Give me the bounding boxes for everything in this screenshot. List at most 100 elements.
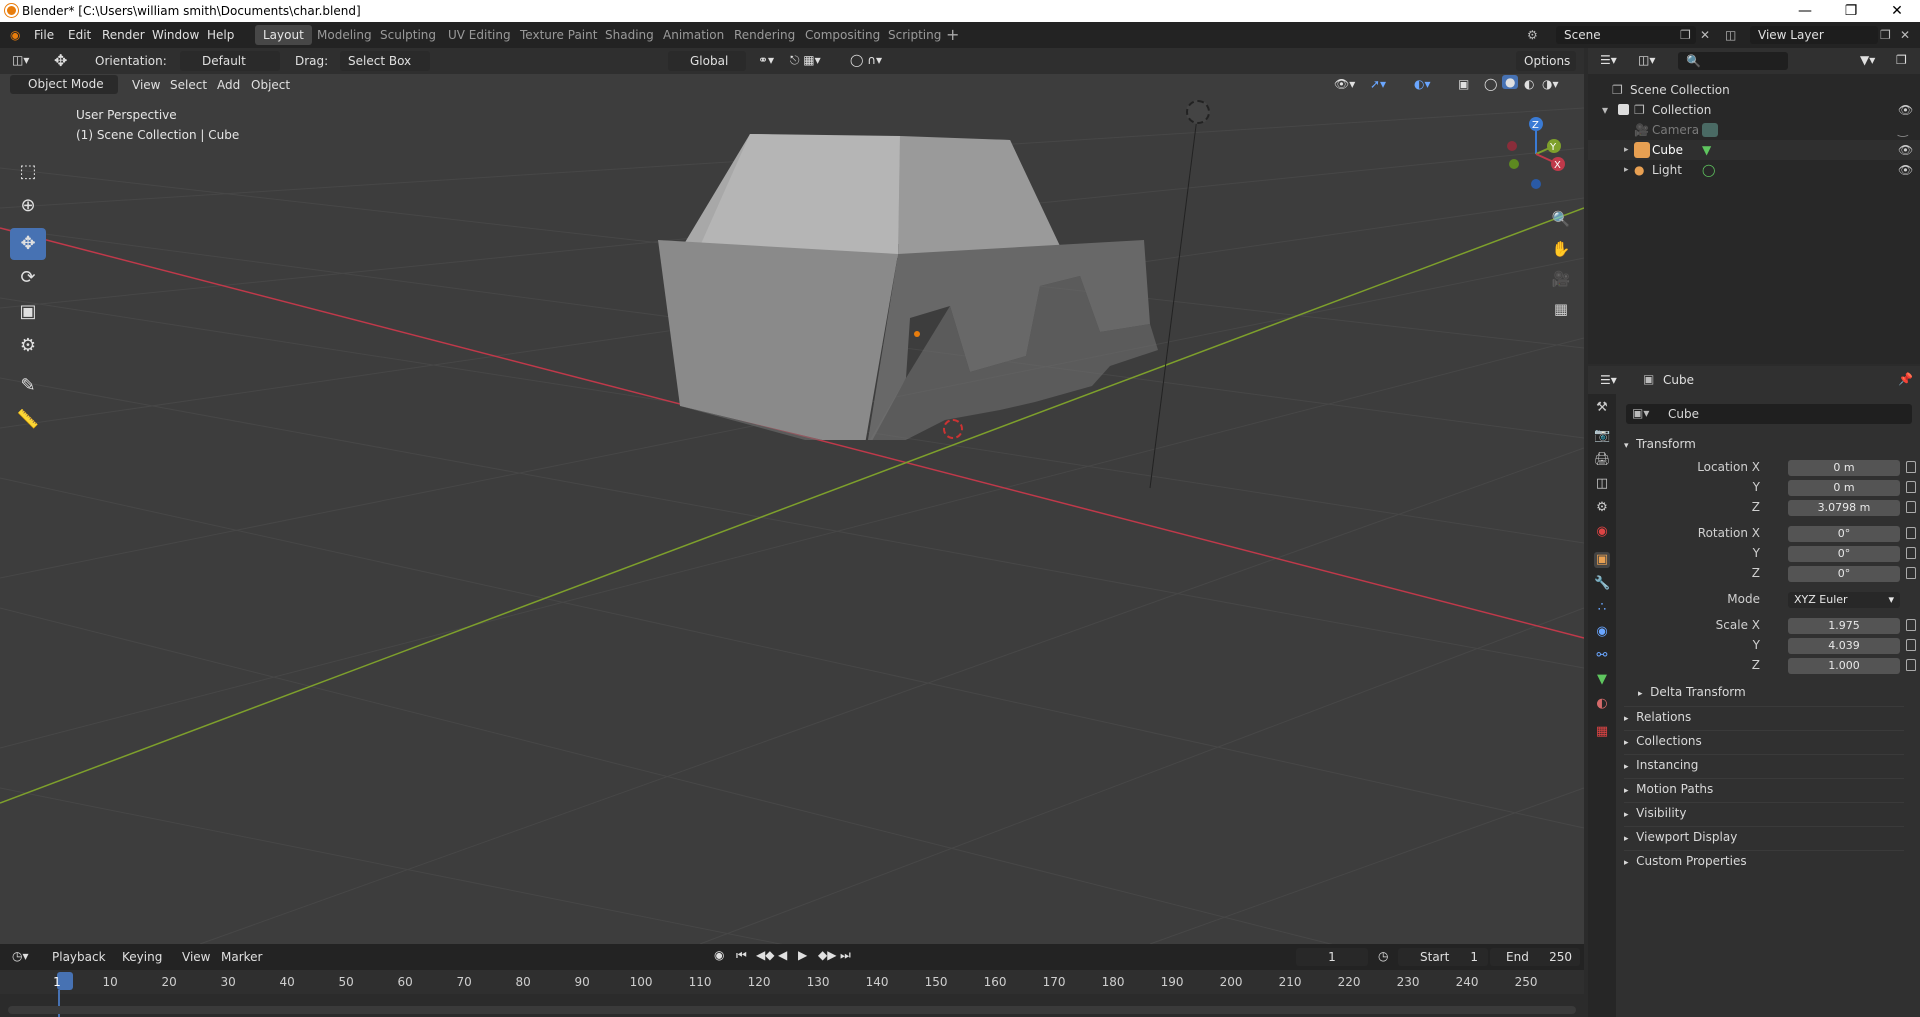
rotation-y-field[interactable]: 0°: [1788, 546, 1900, 562]
texture-tab-icon[interactable]: ▦: [1594, 724, 1610, 740]
data-tab-icon[interactable]: ▼: [1594, 672, 1610, 688]
pan-hand-icon[interactable]: ✋: [1548, 236, 1574, 262]
wireframe-shading-icon[interactable]: ◯: [1484, 77, 1497, 91]
scene-selector[interactable]: Scene: [1556, 26, 1696, 44]
orientation-dropdown[interactable]: Default: [180, 51, 280, 71]
rotation-z-field[interactable]: 0°: [1788, 566, 1900, 582]
menu-edit[interactable]: Edit: [68, 28, 91, 42]
view-layer-selector[interactable]: View Layer: [1750, 26, 1878, 44]
annotate-tool-icon[interactable]: ✎: [10, 370, 46, 402]
location-x-field[interactable]: 0 m: [1788, 460, 1900, 476]
overlays-icon[interactable]: ◐▾: [1414, 77, 1431, 91]
scale-tool-icon[interactable]: ▣: [10, 296, 46, 328]
eye-icon[interactable]: 👁: [1898, 140, 1913, 160]
scale-x-field[interactable]: 1.975: [1788, 618, 1900, 634]
material-tab-icon[interactable]: ◐: [1594, 696, 1610, 712]
cube-object[interactable]: [640, 120, 1200, 440]
instancing-panel[interactable]: ▸ Instancing: [1624, 754, 1904, 774]
close-icon[interactable]: ✕: [1874, 0, 1920, 22]
scene-tab-icon[interactable]: ⚙: [1594, 500, 1610, 516]
expand-icon[interactable]: ▸: [1624, 140, 1629, 160]
menu-view[interactable]: View: [132, 78, 160, 92]
tab-shading[interactable]: Shading: [597, 25, 662, 45]
scale-z-field[interactable]: 1.000: [1788, 658, 1900, 674]
menu-object[interactable]: Object: [251, 78, 290, 92]
outliner-row-camera[interactable]: 🎥 Camera ‿: [1588, 120, 1920, 140]
maximize-icon[interactable]: ❐: [1828, 0, 1874, 22]
timeline-ruler[interactable]: 1 10 20 30 40 50 60 70 80 90 100 110 120 130 140 150 160…: [0, 970, 1584, 1017]
lock-icon[interactable]: [1906, 501, 1916, 513]
play-reverse-icon[interactable]: ◀: [778, 948, 787, 962]
delete-view-layer-icon[interactable]: ✕: [1900, 28, 1910, 42]
eye-closed-icon[interactable]: ‿: [1898, 120, 1908, 140]
timeline-editor-type-icon[interactable]: ◷▾: [12, 949, 29, 963]
delta-transform-panel[interactable]: ▸ Delta Transform: [1638, 682, 1918, 702]
rotation-mode-dropdown[interactable]: XYZ Euler ▾: [1788, 592, 1900, 608]
tool-tab-icon[interactable]: ⚒: [1594, 400, 1610, 416]
relations-panel[interactable]: ▸ Relations: [1624, 706, 1904, 726]
world-tab-icon[interactable]: ◉: [1594, 524, 1610, 540]
zoom-icon[interactable]: 🔍: [1548, 206, 1574, 232]
particles-tab-icon[interactable]: ∴: [1594, 600, 1610, 616]
outliner-search-input[interactable]: 🔍: [1678, 52, 1788, 70]
clock-icon[interactable]: ◷: [1378, 949, 1388, 963]
material-shading-icon[interactable]: ◐: [1524, 77, 1534, 91]
current-frame-field[interactable]: 1: [1296, 948, 1368, 966]
object-tab-icon[interactable]: ▣: [1594, 552, 1610, 568]
output-tab-icon[interactable]: 🖨: [1594, 452, 1611, 468]
object-name-field[interactable]: ▣▾ Cube: [1626, 404, 1912, 424]
proportional-edit-icon[interactable]: ◯ ∩▾: [850, 53, 882, 67]
transform-orientation-dropdown[interactable]: Global: [668, 51, 746, 71]
eye-icon[interactable]: 👁: [1898, 100, 1913, 120]
display-mode-icon[interactable]: ◫▾: [1638, 53, 1655, 67]
custom-properties-panel[interactable]: ▸ Custom Properties: [1624, 850, 1904, 870]
visibility-panel[interactable]: ▸ Visibility: [1624, 802, 1904, 822]
pin-icon[interactable]: 📌: [1898, 372, 1913, 386]
rotation-x-field[interactable]: 0°: [1788, 526, 1900, 542]
tab-layout[interactable]: Layout: [255, 25, 312, 45]
viewport-display-panel[interactable]: ▸ Viewport Display: [1624, 826, 1904, 846]
menu-add[interactable]: Add: [217, 78, 240, 92]
snap-icon[interactable]: ⎋ ▦▾: [790, 53, 821, 68]
move-tool-button[interactable]: ✥: [10, 228, 46, 260]
properties-editor-type-icon[interactable]: ☰▾: [1600, 373, 1617, 387]
timeline-scrollbar[interactable]: [8, 1006, 1576, 1014]
collection-checkbox[interactable]: [1618, 104, 1629, 115]
menu-view[interactable]: View: [182, 950, 210, 964]
render-tab-icon[interactable]: 📷: [1594, 428, 1610, 444]
tab-texture-paint[interactable]: Texture Paint: [512, 25, 605, 45]
options-dropdown[interactable]: Options: [1516, 51, 1576, 71]
end-frame-field[interactable]: End 250: [1490, 948, 1580, 966]
modifier-tab-icon[interactable]: 🔧: [1594, 576, 1610, 592]
navigation-gizmo[interactable]: Z Y X: [1488, 112, 1578, 202]
view-layer-tab-icon[interactable]: ◫: [1594, 476, 1610, 492]
next-keyframe-icon[interactable]: ◆▶: [818, 948, 836, 962]
tab-rendering[interactable]: Rendering: [726, 25, 803, 45]
tab-sculpting[interactable]: Sculpting: [372, 25, 444, 45]
menu-playback[interactable]: Playback: [52, 950, 106, 964]
new-collection-icon[interactable]: ❐: [1896, 53, 1907, 67]
xray-icon[interactable]: ▣: [1458, 77, 1469, 91]
scale-y-field[interactable]: 4.039: [1788, 638, 1900, 654]
solid-shading-icon[interactable]: ●: [1502, 75, 1519, 89]
lock-icon[interactable]: [1906, 659, 1916, 671]
visibility-icon[interactable]: 👁▾: [1334, 77, 1355, 91]
menu-keying[interactable]: Keying: [122, 950, 162, 964]
menu-window[interactable]: Window: [152, 28, 199, 42]
location-z-field[interactable]: 3.0798 m: [1788, 500, 1900, 516]
select-box-tool-icon[interactable]: ⬚: [10, 156, 46, 188]
lock-icon[interactable]: [1906, 481, 1916, 493]
blender-menu-icon[interactable]: ◉: [10, 28, 20, 42]
physics-tab-icon[interactable]: ◉: [1594, 624, 1610, 640]
tab-modeling[interactable]: Modeling: [309, 25, 380, 45]
expand-icon[interactable]: ▸: [1624, 160, 1629, 180]
lock-icon[interactable]: [1906, 619, 1916, 631]
menu-marker[interactable]: Marker: [221, 950, 262, 964]
outliner-row-light[interactable]: ▸ ● Light ◯ 👁: [1588, 160, 1920, 180]
move-tool-icon[interactable]: ✥: [54, 51, 67, 70]
location-y-field[interactable]: 0 m: [1788, 480, 1900, 496]
jump-start-icon[interactable]: ⏮: [736, 948, 747, 963]
lock-icon[interactable]: [1906, 527, 1916, 539]
perspective-grid-icon[interactable]: ▦: [1548, 296, 1574, 322]
mode-dropdown[interactable]: Object Mode: [10, 75, 118, 94]
